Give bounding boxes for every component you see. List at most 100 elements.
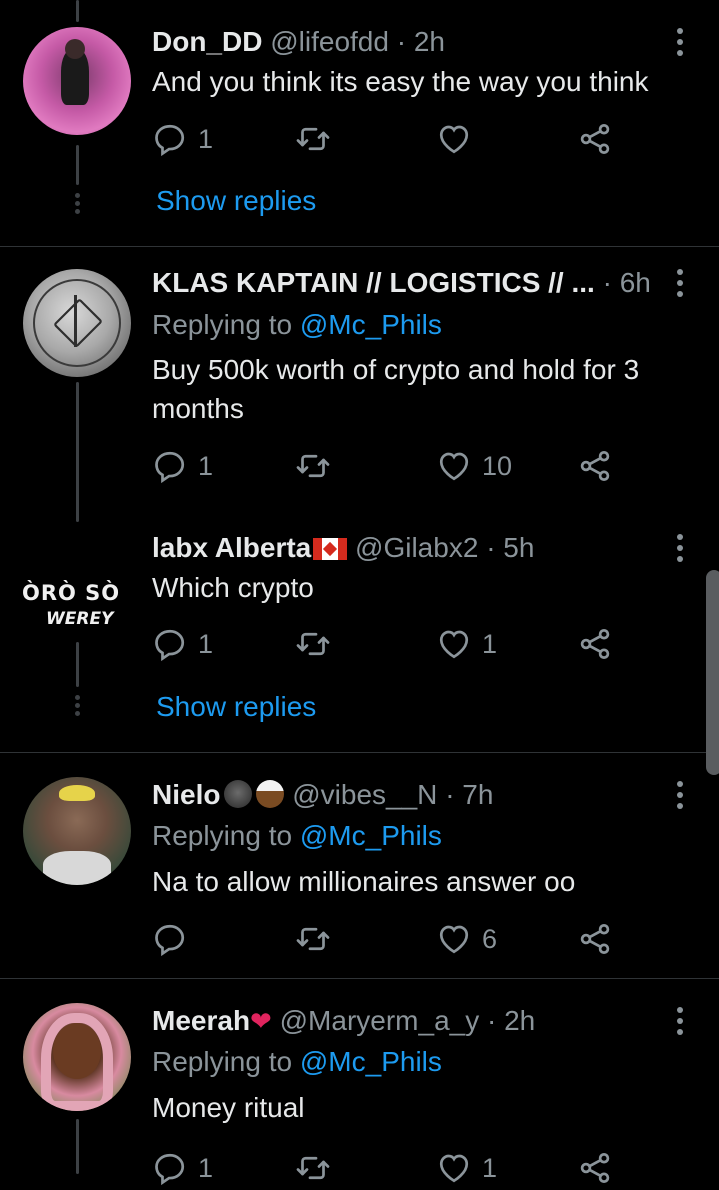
avatar[interactable] [23, 1003, 131, 1111]
like-icon [436, 448, 472, 484]
like-icon [436, 121, 472, 157]
retweet-button[interactable] [295, 117, 341, 161]
thread-line [76, 1119, 79, 1174]
share-icon [577, 448, 613, 484]
tweet-text: Buy 500k worth of crypto and hold for 3 … [152, 354, 640, 424]
more-icon[interactable] [670, 530, 690, 566]
like-count: 6 [482, 923, 498, 954]
retweet-button[interactable] [295, 444, 341, 488]
action-bar: 6 [152, 917, 622, 961]
reply-count: 1 [198, 1152, 214, 1183]
handle[interactable]: @Maryerm_a_y [280, 1005, 480, 1036]
display-name[interactable]: KLAS KAPTAIN // LOGISTICS // ... [152, 267, 595, 298]
like-count: 10 [482, 450, 513, 481]
mention-link[interactable]: @Mc_Phils [300, 1046, 442, 1077]
avatar-text: ÒRÒ SÒ [22, 581, 121, 605]
tweet-text: And you think its easy the way you think [152, 66, 649, 97]
scrollbar-thumb[interactable] [706, 570, 719, 775]
tweet[interactable]: ÒRÒ SÒ WEREY labx Alberta @Gilabx2 · 5h … [0, 527, 719, 751]
avatar[interactable] [23, 27, 131, 135]
tweet-text: Money ritual [152, 1092, 305, 1123]
retweet-button[interactable] [295, 622, 341, 666]
handle[interactable]: @lifeofdd [270, 26, 389, 57]
timestamp: · 2h [396, 26, 445, 57]
display-name[interactable]: Don_DD [152, 26, 262, 57]
like-icon [436, 1150, 472, 1186]
like-icon [436, 626, 472, 662]
like-button[interactable]: 10 [436, 444, 512, 488]
tweet-header: KLAS KAPTAIN // LOGISTICS // ... · 6h [152, 265, 651, 301]
tweet-header: Nielo @vibes__N · 7h [152, 777, 493, 813]
action-bar: 1 [152, 117, 622, 161]
show-replies-link[interactable]: Show replies [156, 689, 316, 725]
like-button[interactable]: 1 [436, 1146, 497, 1190]
heart-emoji-icon: ❤ [250, 1006, 272, 1036]
action-bar: 1 1 [152, 1146, 622, 1190]
tweet[interactable]: KLAS KAPTAIN // LOGISTICS // ... · 6h Re… [0, 247, 719, 527]
share-button[interactable] [577, 117, 613, 161]
replying-to: Replying to @Mc_Phils [152, 307, 442, 343]
reply-icon [152, 121, 188, 157]
display-name[interactable]: Nielo [152, 779, 220, 810]
mention-link[interactable]: @Mc_Phils [300, 309, 442, 340]
like-icon [436, 921, 472, 957]
timestamp: · 7h [445, 779, 494, 810]
timestamp: · 2h [487, 1005, 536, 1036]
reply-button[interactable]: 1 [152, 117, 213, 161]
handle[interactable]: @Gilabx2 [355, 532, 478, 563]
timestamp: · 5h [486, 532, 535, 563]
avatar[interactable]: ÒRÒ SÒ WEREY [18, 537, 136, 645]
timestamp: · 6h [602, 267, 651, 298]
canada-flag-icon [313, 538, 348, 560]
like-button[interactable] [436, 117, 482, 161]
more-icon[interactable] [670, 777, 690, 813]
share-button[interactable] [577, 622, 613, 666]
show-replies-link[interactable]: Show replies [156, 183, 316, 219]
retweet-button[interactable] [295, 917, 341, 961]
tweet[interactable]: Don_DD @lifeofdd · 2h And you think its … [0, 0, 719, 245]
eagle-emoji-icon [256, 780, 285, 808]
reply-button[interactable]: 1 [152, 444, 213, 488]
share-button[interactable] [577, 1146, 613, 1190]
reply-count: 1 [198, 628, 214, 659]
reply-icon [152, 626, 188, 662]
more-icon[interactable] [670, 265, 690, 301]
display-name[interactable]: Meerah [152, 1005, 250, 1036]
handle[interactable]: @vibes__N [292, 779, 437, 810]
like-count: 1 [482, 1152, 498, 1183]
reply-count: 1 [198, 123, 214, 154]
action-bar: 1 1 [152, 622, 622, 666]
like-button[interactable]: 1 [436, 622, 497, 666]
tweet-text: Na to allow millionaires answer oo [152, 866, 576, 897]
retweet-icon [295, 121, 331, 157]
replying-prefix: Replying to [152, 1046, 300, 1077]
avatar[interactable] [23, 777, 131, 885]
thread-line [76, 642, 79, 687]
share-button[interactable] [577, 444, 613, 488]
mention-link[interactable]: @Mc_Phils [300, 820, 442, 851]
tweet[interactable]: Nielo @vibes__N · 7h Replying to @Mc_Phi… [0, 753, 719, 977]
gorilla-emoji-icon [224, 780, 253, 808]
tweet-header: Meerah❤ @Maryerm_a_y · 2h [152, 1003, 535, 1039]
thread-line [76, 0, 79, 22]
retweet-icon [295, 1150, 331, 1186]
tweet[interactable]: Meerah❤ @Maryerm_a_y · 2h Replying to @M… [0, 979, 719, 1174]
more-icon[interactable] [670, 1003, 690, 1039]
display-name[interactable]: labx Alberta [152, 532, 311, 563]
avatar-text: WEREY [46, 609, 114, 629]
more-icon[interactable] [670, 24, 690, 60]
share-icon [577, 921, 613, 957]
tweet-text: Which crypto [152, 572, 314, 603]
like-button[interactable]: 6 [436, 917, 497, 961]
retweet-icon [295, 626, 331, 662]
action-bar: 1 10 [152, 444, 622, 488]
retweet-icon [295, 448, 331, 484]
reply-button[interactable]: 1 [152, 622, 213, 666]
retweet-icon [295, 921, 331, 957]
reply-button[interactable] [152, 917, 198, 961]
retweet-button[interactable] [295, 1146, 341, 1190]
avatar[interactable] [23, 269, 131, 377]
thread-line [76, 382, 79, 522]
share-button[interactable] [577, 917, 613, 961]
reply-button[interactable]: 1 [152, 1146, 213, 1190]
